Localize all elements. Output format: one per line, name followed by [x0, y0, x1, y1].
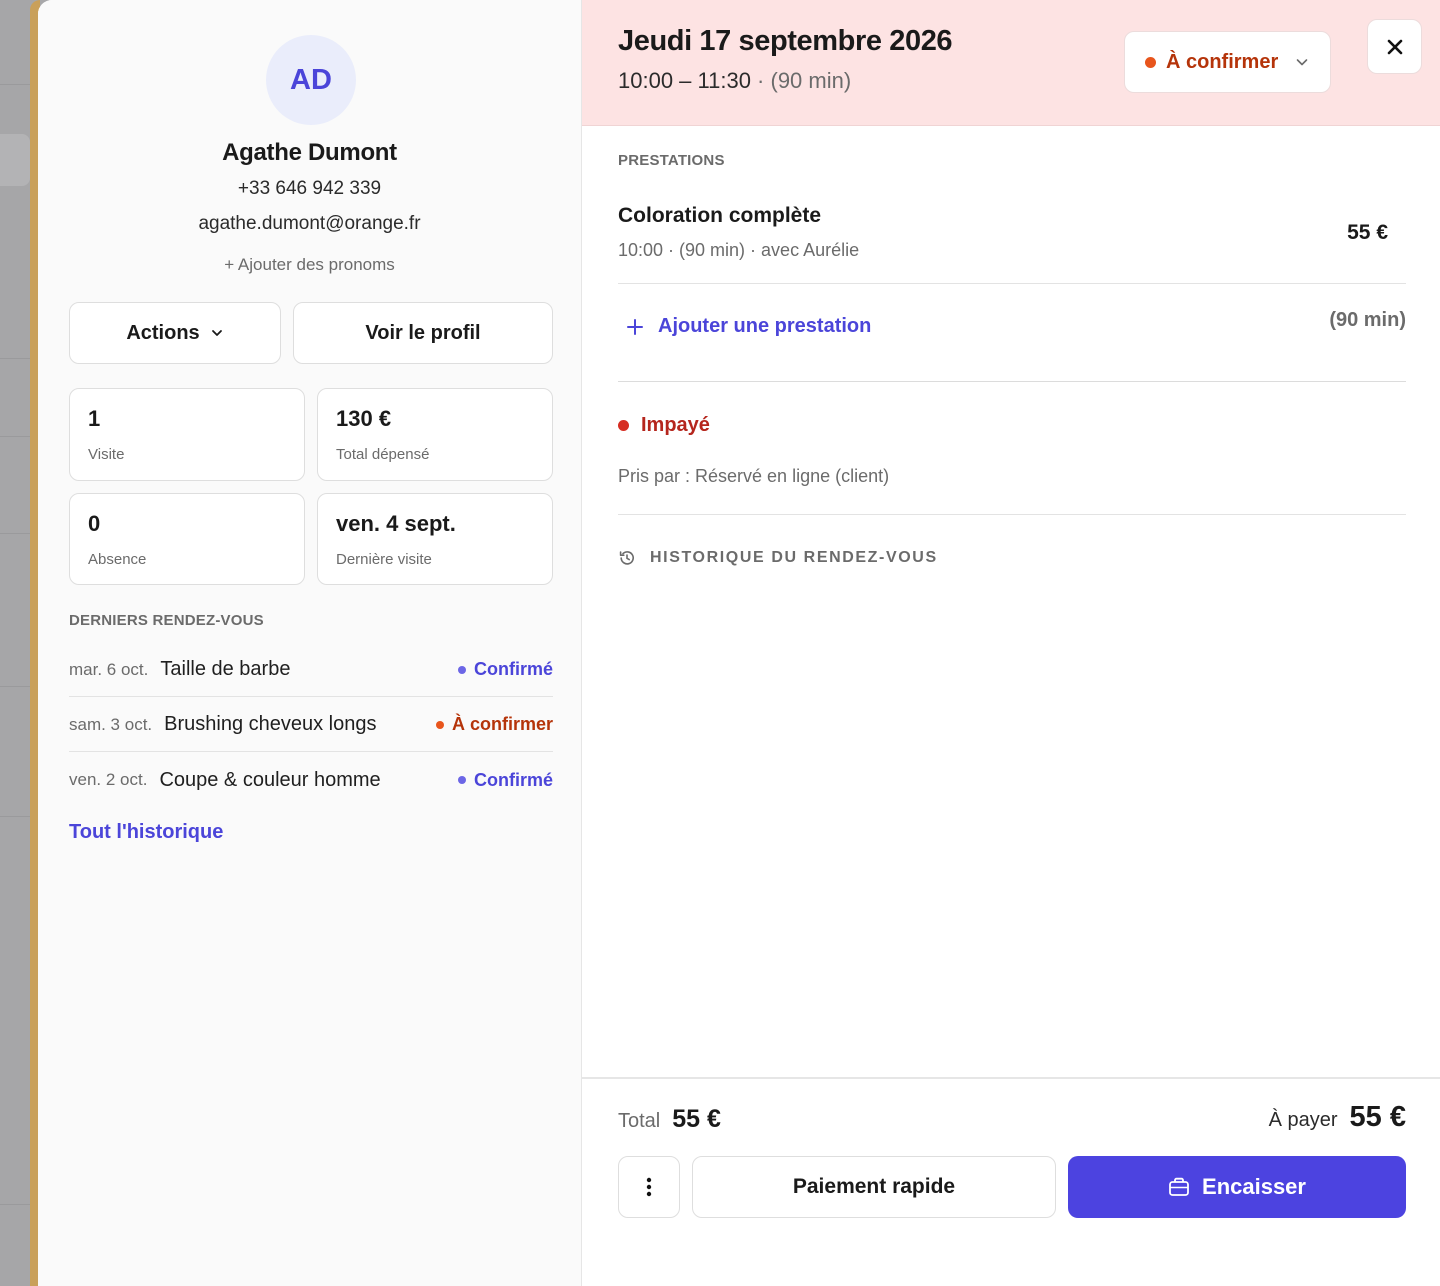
- quick-payment-label: Paiement rapide: [792, 1175, 956, 1198]
- added-duration: (90 min): [1329, 309, 1406, 331]
- backdrop-line: [0, 436, 34, 437]
- view-profile-label: Voir le profil: [365, 321, 481, 344]
- status-dot: [457, 665, 466, 674]
- actions-button[interactable]: Actions: [69, 302, 281, 364]
- stat-label: Visite: [88, 446, 125, 463]
- actions-label: Actions: [126, 321, 200, 344]
- taken-by: Pris par : Réservé en ligne (client): [618, 466, 890, 486]
- status-text: Confirmé: [473, 659, 553, 679]
- status-dot: [1145, 56, 1156, 68]
- close-button[interactable]: [1367, 19, 1422, 74]
- history-label: HISTORIQUE DU RENDEZ-VOUS: [650, 549, 938, 566]
- background-calendar: [0, 0, 40, 1286]
- stat-value: 0: [88, 511, 101, 536]
- amount-due: À payer 55 €: [1269, 1101, 1406, 1134]
- backdrop-line: [0, 1204, 34, 1205]
- list-item[interactable]: sam. 3 oct. Brushing cheveux longs À con…: [69, 698, 553, 752]
- service-details: 10:00 · (90 min) · avec Aurélie: [618, 240, 860, 260]
- stat-value: 130 €: [336, 406, 392, 431]
- backdrop-line: [0, 816, 34, 817]
- stat-card-last-visit: ven. 4 sept. Dernière visite: [317, 493, 553, 585]
- client-email[interactable]: agathe.dumont@orange.fr: [38, 213, 581, 235]
- plus-icon: [627, 318, 643, 335]
- checkout-footer: Total 55 € À payer 55 € Paiement rapide …: [582, 1077, 1440, 1286]
- backdrop-card: [0, 134, 30, 186]
- view-profile-button[interactable]: Voir le profil: [293, 302, 553, 364]
- payment-info: Impayé Pris par : Réservé en ligne (clie…: [618, 382, 1406, 515]
- stat-label: Absence: [88, 551, 147, 568]
- stat-card-visits: 1 Visite: [69, 388, 305, 481]
- client-panel: AD Agathe Dumont +33 646 942 339 agathe.…: [38, 0, 582, 1286]
- appointment-date: sam. 3 oct.: [69, 714, 153, 734]
- status-badge: Confirmé: [457, 769, 553, 791]
- add-service-row: Ajouter une prestation (90 min): [618, 285, 1406, 382]
- service-price: 55 €: [1347, 221, 1388, 244]
- amount-due-value: 55 €: [1349, 1101, 1406, 1133]
- list-item[interactable]: mar. 6 oct. Taille de barbe Confirmé: [69, 643, 553, 697]
- backdrop-line: [0, 686, 34, 687]
- stat-card-no-shows: 0 Absence: [69, 493, 305, 585]
- appointment-time: 10:00 – 11:30 · (90 min): [618, 68, 851, 94]
- backdrop-line: [0, 358, 34, 359]
- status-dot: [435, 720, 444, 729]
- status-dot: [457, 776, 466, 784]
- close-icon: [1387, 39, 1402, 54]
- backdrop-line: [0, 84, 34, 85]
- avatar: AD: [266, 35, 356, 125]
- more-vertical-icon: [646, 1177, 652, 1197]
- appointment-date-title: Jeudi 17 septembre 2026: [618, 25, 953, 57]
- chevron-down-icon: [211, 330, 222, 336]
- total-label: Total: [618, 1110, 661, 1132]
- total-value: 55 €: [672, 1105, 721, 1133]
- appointment-panel: Jeudi 17 septembre 2026 10:00 – 11:30 · …: [582, 0, 1440, 1286]
- checkout-label: Encaisser: [1202, 1174, 1306, 1199]
- add-service-label: Ajouter une prestation: [658, 315, 872, 337]
- quick-payment-button[interactable]: Paiement rapide: [692, 1156, 1056, 1218]
- appointment-drawer: AD Agathe Dumont +33 646 942 339 agathe.…: [38, 0, 1440, 1286]
- appointment-header: Jeudi 17 septembre 2026 10:00 – 11:30 · …: [582, 0, 1440, 126]
- appointment-date: ven. 2 oct.: [69, 770, 148, 789]
- status-badge: À confirmer: [435, 714, 553, 735]
- appointment-history-toggle[interactable]: HISTORIQUE DU RENDEZ-VOUS: [618, 549, 938, 567]
- stat-card-total-spent: 130 € Total dépensé: [317, 388, 553, 481]
- payment-status-label: Impayé: [641, 414, 710, 436]
- list-item[interactable]: ven. 2 oct. Coupe & couleur homme Confir…: [69, 753, 553, 807]
- stat-value: ven. 4 sept.: [336, 511, 456, 536]
- status-dropdown[interactable]: À confirmer: [1124, 31, 1331, 93]
- services-heading: PRESTATIONS: [618, 152, 725, 169]
- service-name: Coloration complète: [618, 204, 822, 227]
- client-phone[interactable]: +33 646 942 339: [38, 178, 581, 200]
- add-service-button[interactable]: Ajouter une prestation: [626, 315, 871, 338]
- stat-label: Dernière visite: [336, 551, 432, 568]
- appointment-service: Brushing cheveux longs: [164, 713, 377, 735]
- wallet-icon: [1169, 1177, 1189, 1196]
- payment-status: Impayé: [618, 414, 710, 437]
- all-history-link[interactable]: Tout l'historique: [69, 821, 223, 844]
- appointment-service: Taille de barbe: [160, 658, 291, 680]
- status-badge: Confirmé: [457, 659, 553, 680]
- appointment-duration: (90 min): [770, 68, 852, 93]
- backdrop-line: [0, 533, 34, 534]
- client-name: Agathe Dumont: [222, 139, 397, 166]
- stat-label: Total dépensé: [336, 446, 430, 463]
- total-amount: Total 55 €: [618, 1105, 721, 1134]
- stat-value: 1: [88, 406, 101, 431]
- time-range: 10:00 – 11:30: [618, 68, 751, 93]
- checkout-button[interactable]: Encaisser: [1068, 1156, 1406, 1218]
- status-dropdown-label: À confirmer: [1166, 50, 1279, 73]
- chevron-down-icon: [1296, 59, 1308, 66]
- status-text: Confirmé: [473, 769, 553, 790]
- amount-due-label: À payer: [1268, 1109, 1338, 1131]
- appointment-service: Coupe & couleur homme: [159, 768, 381, 791]
- more-options-button[interactable]: [618, 1156, 680, 1218]
- service-item[interactable]: Coloration complète 10:00 · (90 min) · a…: [618, 192, 1406, 284]
- recent-appointments-heading: DERNIERS RENDEZ-VOUS: [69, 612, 264, 629]
- appointment-date: mar. 6 oct.: [69, 659, 149, 679]
- add-pronouns-link[interactable]: + Ajouter des pronoms: [38, 255, 581, 275]
- status-text: À confirmer: [451, 714, 553, 734]
- time-separator: ·: [750, 68, 771, 93]
- unpaid-dot: [618, 420, 629, 431]
- history-icon: [619, 551, 634, 565]
